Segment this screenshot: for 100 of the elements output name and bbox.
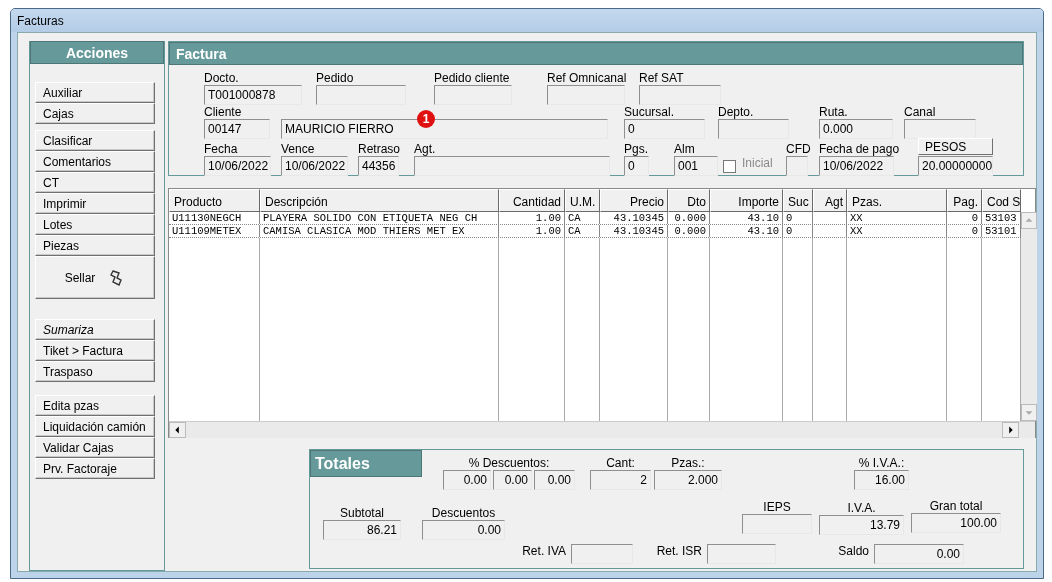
field-label: Pedido cliente bbox=[434, 71, 510, 85]
text-field[interactable] bbox=[707, 544, 776, 564]
sidebar-button[interactable]: Imprimir bbox=[35, 193, 155, 214]
column-header[interactable]: U.M. bbox=[565, 189, 600, 212]
currency-button[interactable]: PESOS bbox=[918, 138, 993, 155]
seal-button[interactable]: Sellar bbox=[35, 256, 155, 299]
text-field[interactable] bbox=[742, 514, 812, 534]
sidebar-button[interactable]: Prv. Factoraje bbox=[35, 458, 155, 479]
field-label: Gran total bbox=[929, 499, 983, 513]
text-field[interactable] bbox=[639, 85, 721, 105]
field-label: I.V.A. bbox=[847, 501, 876, 515]
column-header[interactable]: Precio bbox=[600, 189, 668, 212]
panel-header: Factura bbox=[169, 42, 1023, 65]
sidebar-button[interactable]: Comentarios bbox=[35, 151, 155, 172]
table-cell: CAMISA CLASICA MOD THIERS MET EX bbox=[260, 225, 499, 237]
text-field[interactable]: 0.00 bbox=[422, 520, 505, 540]
field-label: Sucursal. bbox=[624, 105, 675, 119]
column-header[interactable]: Dto bbox=[668, 189, 710, 212]
scroll-right-icon[interactable] bbox=[1002, 422, 1019, 438]
field-label: Ref Omnicanal bbox=[547, 71, 627, 85]
sidebar-button[interactable]: Lotes bbox=[35, 214, 155, 235]
text-field[interactable] bbox=[316, 85, 406, 105]
field-label: Subtotal bbox=[339, 506, 384, 520]
text-field[interactable]: 86.21 bbox=[323, 520, 401, 540]
text-field[interactable] bbox=[414, 156, 610, 176]
field-label: Pzas.: bbox=[671, 456, 705, 470]
text-field[interactable]: 001 bbox=[674, 156, 718, 176]
field-label: Ret. ISR bbox=[655, 544, 702, 558]
text-field[interactable] bbox=[434, 85, 512, 105]
text-field[interactable] bbox=[571, 544, 633, 564]
text-field[interactable]: 2.000 bbox=[654, 470, 722, 490]
text-field[interactable] bbox=[718, 119, 789, 139]
text-field[interactable]: 0.00 bbox=[443, 470, 491, 490]
text-field[interactable]: 0 bbox=[624, 119, 705, 139]
panel-header: Acciones bbox=[30, 41, 164, 64]
field-label: Fecha de pago bbox=[819, 142, 900, 156]
vertical-scrollbar[interactable] bbox=[1021, 212, 1037, 421]
text-field[interactable]: 2 bbox=[590, 470, 651, 490]
text-field[interactable]: 20.00000000 bbox=[918, 156, 993, 176]
table-cell: XX bbox=[847, 225, 947, 237]
column-header[interactable]: Pzas. bbox=[847, 189, 947, 212]
table-cell: 1.00 bbox=[499, 212, 565, 224]
scroll-left-icon[interactable] bbox=[169, 422, 186, 438]
table-cell: 0 bbox=[947, 212, 982, 224]
text-field[interactable]: 10/06/2022 bbox=[281, 156, 348, 176]
field-label: Docto. bbox=[204, 71, 239, 85]
table-cell: 43.10345 bbox=[600, 225, 668, 237]
text-field[interactable]: 100.00 bbox=[911, 513, 1001, 533]
table-cell: 0 bbox=[947, 225, 982, 237]
column-header[interactable]: Agt bbox=[813, 189, 847, 212]
table-cell: 43.10345 bbox=[600, 212, 668, 224]
sidebar-button[interactable]: Traspaso bbox=[35, 361, 155, 382]
text-field[interactable]: 0.00 bbox=[493, 470, 532, 490]
field-label: Ref SAT bbox=[639, 71, 684, 85]
field-label: CFD bbox=[786, 142, 811, 156]
column-header[interactable]: Descripción bbox=[260, 189, 499, 212]
text-field[interactable]: 0.000 bbox=[819, 119, 893, 139]
text-field[interactable]: 13.79 bbox=[819, 515, 904, 535]
text-field[interactable]: 0 bbox=[624, 156, 649, 176]
column-header[interactable]: Suc bbox=[783, 189, 813, 212]
sidebar-button[interactable]: CT bbox=[35, 172, 155, 193]
field-label: Cliente bbox=[204, 105, 242, 119]
field-label: Cant: bbox=[606, 456, 635, 470]
sidebar-button[interactable]: Clasificar bbox=[35, 130, 155, 151]
column-header[interactable]: Cod S bbox=[982, 189, 1021, 212]
checkbox-label: Inicial bbox=[742, 156, 773, 170]
field-label: Saldo bbox=[837, 544, 869, 558]
sidebar-button[interactable]: Edita pzas bbox=[35, 395, 155, 416]
sidebar-button[interactable]: Validar Cajas bbox=[35, 437, 155, 458]
text-field[interactable]: 10/06/2022 bbox=[819, 156, 894, 176]
sidebar-button[interactable]: Piezas bbox=[35, 235, 155, 256]
text-field[interactable] bbox=[547, 85, 625, 105]
text-field[interactable]: 10/06/2022 bbox=[204, 156, 271, 176]
sidebar-button[interactable]: Tiket > Factura bbox=[35, 340, 155, 361]
sidebar-button[interactable]: Liquidación camión bbox=[35, 416, 155, 437]
scroll-up-icon[interactable] bbox=[1021, 212, 1037, 229]
field-label: Agt. bbox=[414, 142, 436, 156]
text-field[interactable]: 44356 bbox=[358, 156, 399, 176]
sidebar-button[interactable]: Cajas bbox=[35, 103, 155, 124]
column-header[interactable]: Pag. bbox=[947, 189, 982, 212]
field-label: Ruta. bbox=[819, 105, 848, 119]
text-field[interactable]: 16.00 bbox=[854, 470, 909, 490]
column-header[interactable]: Importe bbox=[710, 189, 783, 212]
table-cell: CA bbox=[565, 212, 600, 224]
text-field[interactable]: 00147 bbox=[204, 119, 270, 139]
text-field[interactable]: 0.00 bbox=[534, 470, 575, 490]
table-cell: 0.000 bbox=[668, 212, 710, 224]
field-label: % I.V.A.: bbox=[858, 456, 905, 470]
text-field[interactable] bbox=[786, 156, 808, 176]
column-header[interactable]: Cantidad bbox=[499, 189, 565, 212]
column-header[interactable]: Producto bbox=[169, 189, 260, 212]
horizontal-scrollbar[interactable] bbox=[169, 421, 1035, 438]
text-field[interactable]: 0.00 bbox=[874, 544, 964, 564]
field-label: % Descuentos: bbox=[468, 456, 550, 470]
sidebar-button[interactable]: Sumariza bbox=[35, 319, 155, 340]
field-label: Canal bbox=[904, 105, 936, 119]
sidebar-button[interactable]: Auxiliar bbox=[35, 82, 155, 103]
text-field[interactable]: T001000878 bbox=[204, 85, 302, 105]
text-field[interactable] bbox=[904, 119, 976, 139]
table-cell: U11130NEGCH bbox=[169, 212, 260, 224]
